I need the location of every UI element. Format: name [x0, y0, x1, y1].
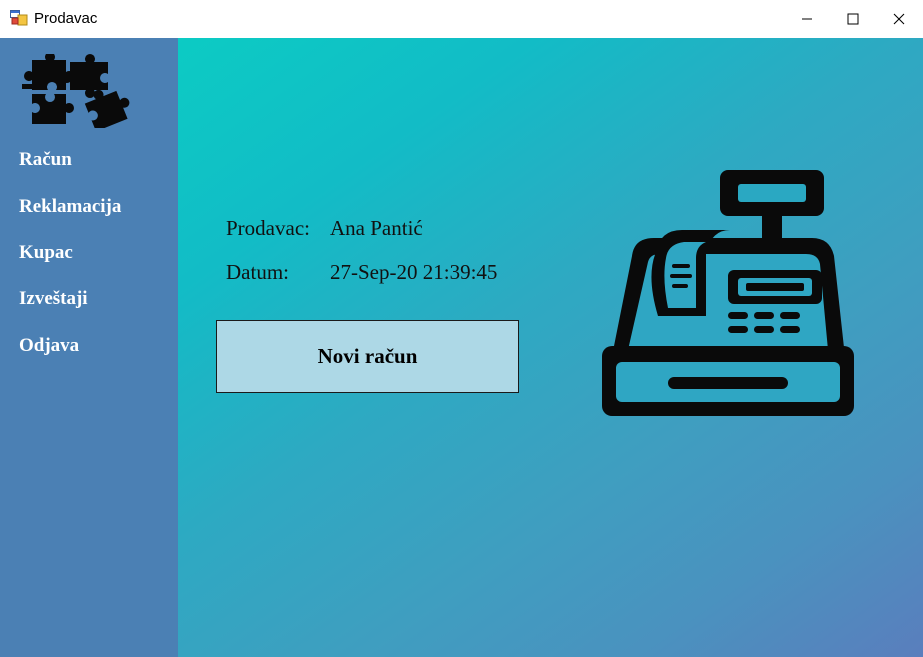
maximize-icon — [847, 13, 859, 25]
minimize-button[interactable] — [784, 0, 830, 38]
date-value: 27-Sep-20 21:39:45 — [330, 260, 498, 284]
close-button[interactable] — [876, 0, 922, 38]
sidebar-item-racun[interactable]: Račun — [19, 149, 72, 171]
new-receipt-button[interactable]: Novi račun — [216, 320, 519, 393]
sidebar-item-odjava[interactable]: Odjava — [19, 335, 79, 357]
maximize-button[interactable] — [830, 0, 876, 38]
app-window-icon — [10, 10, 28, 26]
sidebar-item-izvestaji[interactable]: Izveštaji — [19, 288, 88, 310]
main-panel: Prodavac: Ana Pantić Datum: 27-Sep-20 21… — [178, 38, 923, 657]
title-bar: Prodavac — [0, 0, 923, 38]
window-title: Prodavac — [34, 10, 98, 27]
sidebar-item-kupac[interactable]: Kupac — [19, 242, 73, 264]
cash-register-icon — [602, 170, 854, 416]
seller-label: Prodavac: — [226, 216, 310, 240]
puzzle-pieces-icon — [22, 54, 130, 128]
minimize-icon — [802, 18, 812, 20]
sidebar: Račun Reklamacija Kupac Izveštaji Odjava — [0, 38, 178, 657]
date-label: Datum: — [226, 260, 289, 284]
close-icon — [893, 13, 905, 25]
sidebar-item-reklamacija[interactable]: Reklamacija — [19, 196, 121, 218]
seller-value: Ana Pantić — [330, 216, 423, 240]
